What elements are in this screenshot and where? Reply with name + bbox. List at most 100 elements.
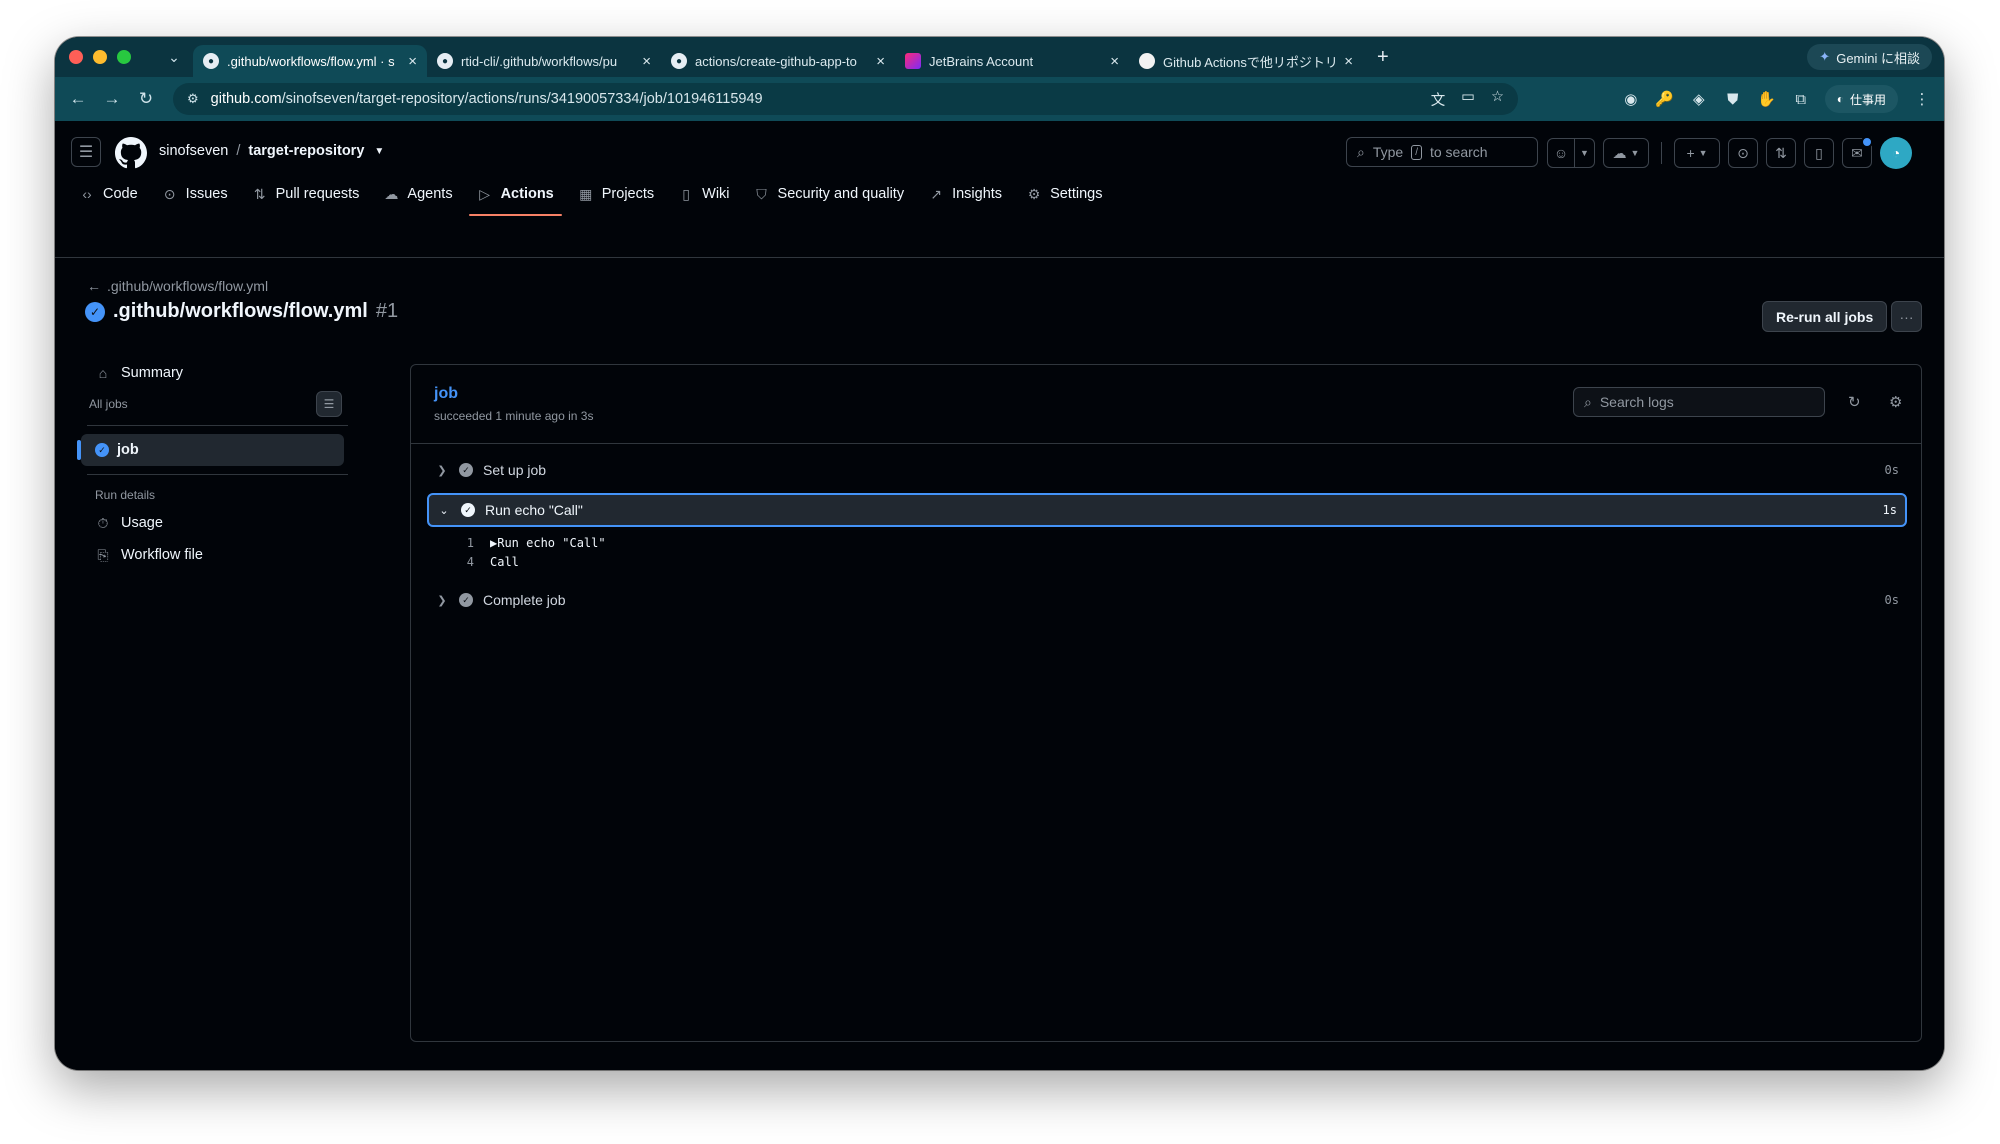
close-tab-icon[interactable]: × bbox=[408, 53, 417, 70]
tab-pull-requests[interactable]: ⇅ Pull requests bbox=[240, 173, 372, 215]
close-tab-icon[interactable]: × bbox=[1110, 53, 1119, 70]
gemini-button[interactable]: ✦ Gemini に相談 bbox=[1807, 44, 1932, 70]
key-extension-icon[interactable]: 🔑 bbox=[1655, 89, 1675, 109]
repo-dropdown-caret-icon[interactable]: ▼ bbox=[374, 146, 384, 157]
translate-icon[interactable]: 文 bbox=[1431, 89, 1446, 110]
site-settings-icon[interactable]: ⚙ bbox=[187, 91, 199, 107]
usage-link[interactable]: ⏱ Usage bbox=[79, 507, 364, 539]
cast-icon[interactable]: ▭ bbox=[1461, 89, 1475, 110]
address-bar[interactable]: ⚙ github.com/sinofseven/target-repositor… bbox=[173, 83, 1518, 115]
create-new-button[interactable]: + ▼ bbox=[1674, 138, 1720, 168]
agents-button[interactable]: ☁ ▼ bbox=[1603, 138, 1649, 168]
browser-menu-icon[interactable]: ⋮ bbox=[1912, 89, 1932, 109]
tab-code[interactable]: ‹› Code bbox=[67, 173, 150, 215]
step-row[interactable]: ❯ ✓ Set up job 0s bbox=[427, 453, 1907, 487]
summary-link[interactable]: ⌂ Summary bbox=[79, 357, 364, 389]
profile-button[interactable]: ◐ 仕事用 bbox=[1824, 85, 1898, 113]
new-tab-icon[interactable]: + bbox=[1377, 46, 1389, 69]
reload-icon[interactable]: ↻ bbox=[129, 89, 163, 109]
tab-title: Github Actionsで他リポジトリ bbox=[1163, 54, 1337, 70]
book-icon: ▯ bbox=[682, 185, 690, 202]
notification-dot bbox=[1861, 136, 1873, 148]
issues-button[interactable]: ⊙ bbox=[1728, 138, 1758, 168]
tab-title: rtid-cli/.github/workflows/pu bbox=[461, 53, 618, 69]
check-circle-icon: ✓ bbox=[461, 503, 475, 517]
github-logo-icon[interactable] bbox=[115, 137, 147, 169]
close-tab-icon[interactable]: × bbox=[876, 53, 885, 70]
tab-projects[interactable]: ▦ Projects bbox=[566, 173, 666, 215]
browser-toolbar: ← → ↻ ⚙ github.com/sinofseven/target-rep… bbox=[55, 77, 1944, 121]
puzzle-icon[interactable]: ⧉ bbox=[1791, 89, 1811, 109]
menu-icon[interactable]: ☰ bbox=[71, 137, 101, 167]
copilot-dropdown-button[interactable]: ▼ bbox=[1575, 138, 1595, 168]
all-jobs-header: All jobs ☰ bbox=[79, 391, 364, 417]
gear-icon[interactable]: ⚙ bbox=[1889, 393, 1902, 411]
bookmark-star-icon[interactable]: ☆ bbox=[1491, 89, 1504, 110]
browser-tab[interactable]: ● actions/create-github-app-to × bbox=[661, 45, 895, 77]
step-row[interactable]: ❯ ✓ Complete job 0s bbox=[427, 583, 1907, 617]
repo-link[interactable]: target-repository bbox=[248, 143, 364, 159]
tab-insights[interactable]: ↗ Insights bbox=[916, 173, 1014, 215]
jetbrains-icon bbox=[905, 53, 921, 69]
minimize-window-button[interactable] bbox=[93, 50, 107, 64]
chevron-right-icon: ❯ bbox=[437, 594, 447, 607]
github-icon: ● bbox=[437, 53, 453, 69]
tab-actions[interactable]: ▷ Actions bbox=[465, 173, 566, 216]
kebab-menu-icon[interactable]: ··· bbox=[1891, 301, 1922, 332]
tab-title: actions/create-github-app-to bbox=[695, 53, 857, 69]
close-tab-icon[interactable]: × bbox=[1344, 53, 1353, 70]
log-line[interactable]: 1 ▶Run echo "Call" bbox=[427, 533, 1907, 552]
browser-tab[interactable]: ● rtid-cli/.github/workflows/pu × bbox=[427, 45, 661, 77]
inbox-button[interactable]: ✉ bbox=[1842, 136, 1873, 168]
tab-agents[interactable]: ☁ Agents bbox=[371, 173, 464, 215]
repositories-button[interactable]: ▯ bbox=[1804, 138, 1834, 168]
rerun-all-jobs-button[interactable]: Re-run all jobs bbox=[1762, 301, 1888, 332]
browser-tab[interactable]: Github Actionsで他リポジトリ × bbox=[1129, 45, 1363, 77]
workflow-file-link[interactable]: ⎘ Workflow file bbox=[79, 539, 364, 571]
tab-settings[interactable]: ⚙ Settings bbox=[1014, 173, 1114, 215]
page-title: ✓ .github/workflows/flow.yml #1 bbox=[85, 300, 398, 323]
password-extension-icon[interactable]: ◉ bbox=[1621, 89, 1641, 109]
tab-issues[interactable]: ⊙ Issues bbox=[150, 173, 240, 215]
browser-tab[interactable]: ● .github/workflows/flow.yml · s × bbox=[193, 45, 427, 77]
step-row[interactable]: ⌄ ✓ Run echo "Call" 1s bbox=[427, 493, 1907, 527]
copilot-button[interactable]: ☺ bbox=[1547, 138, 1575, 168]
job-log-panel: job succeeded 1 minute ago in 3s ⌕ Searc… bbox=[410, 364, 1922, 1042]
back-to-workflow-link[interactable]: ← .github/workflows/flow.yml bbox=[87, 278, 268, 294]
run-details-label: Run details bbox=[95, 488, 156, 502]
step-name: Run echo "Call" bbox=[485, 502, 583, 518]
close-tab-icon[interactable]: × bbox=[642, 53, 651, 70]
log-line-number: 1 bbox=[466, 535, 474, 550]
job-label: job bbox=[117, 442, 139, 458]
search-logs-input[interactable]: ⌕ Search logs bbox=[1573, 387, 1825, 417]
tab-wiki[interactable]: ▯ Wiki bbox=[666, 173, 741, 215]
forward-arrow-icon[interactable]: → bbox=[95, 89, 129, 109]
job-title[interactable]: job bbox=[434, 385, 458, 403]
owner-link[interactable]: sinofseven bbox=[159, 143, 228, 159]
tab-search-chevron-icon[interactable]: ⌄ bbox=[159, 49, 189, 66]
maximize-window-button[interactable] bbox=[117, 50, 131, 64]
sidebar-item-job[interactable]: ✓ job bbox=[77, 434, 344, 466]
close-window-button[interactable] bbox=[69, 50, 83, 64]
check-circle-icon: ✓ bbox=[459, 463, 473, 477]
step-list: ❯ ✓ Set up job 0s ⌄ ✓ Run echo "Call" 1s… bbox=[427, 453, 1907, 623]
shield-extension-icon[interactable]: ⛊ bbox=[1723, 89, 1743, 109]
user-avatar[interactable]: ◔ bbox=[1880, 137, 1912, 169]
filter-icon[interactable]: ☰ bbox=[316, 391, 342, 417]
step-duration: 0s bbox=[1884, 463, 1899, 477]
step-name: Set up job bbox=[483, 462, 547, 478]
inbox-icon: ✉ bbox=[1851, 144, 1863, 161]
log-line[interactable]: 4 Call bbox=[427, 552, 1907, 571]
back-arrow-icon[interactable]: ← bbox=[61, 89, 95, 109]
badge-extension-icon[interactable]: ✋ bbox=[1757, 89, 1777, 109]
github-icon: ● bbox=[203, 53, 219, 69]
search-logs-placeholder: Search logs bbox=[1599, 394, 1674, 410]
browser-tab[interactable]: JetBrains Account × bbox=[895, 45, 1129, 77]
refresh-icon[interactable]: ↻ bbox=[1848, 393, 1861, 411]
global-search-input[interactable]: ⌕ Type / to search bbox=[1346, 137, 1538, 167]
search-prefix: Type bbox=[1372, 144, 1404, 160]
page-content: ← .github/workflows/flow.yml ✓ .github/w… bbox=[55, 258, 1944, 1070]
pull-requests-button[interactable]: ⇅ bbox=[1766, 138, 1796, 168]
bot-extension-icon[interactable]: ◈ bbox=[1689, 89, 1709, 109]
tab-security[interactable]: ⛉ Security and quality bbox=[742, 173, 917, 215]
